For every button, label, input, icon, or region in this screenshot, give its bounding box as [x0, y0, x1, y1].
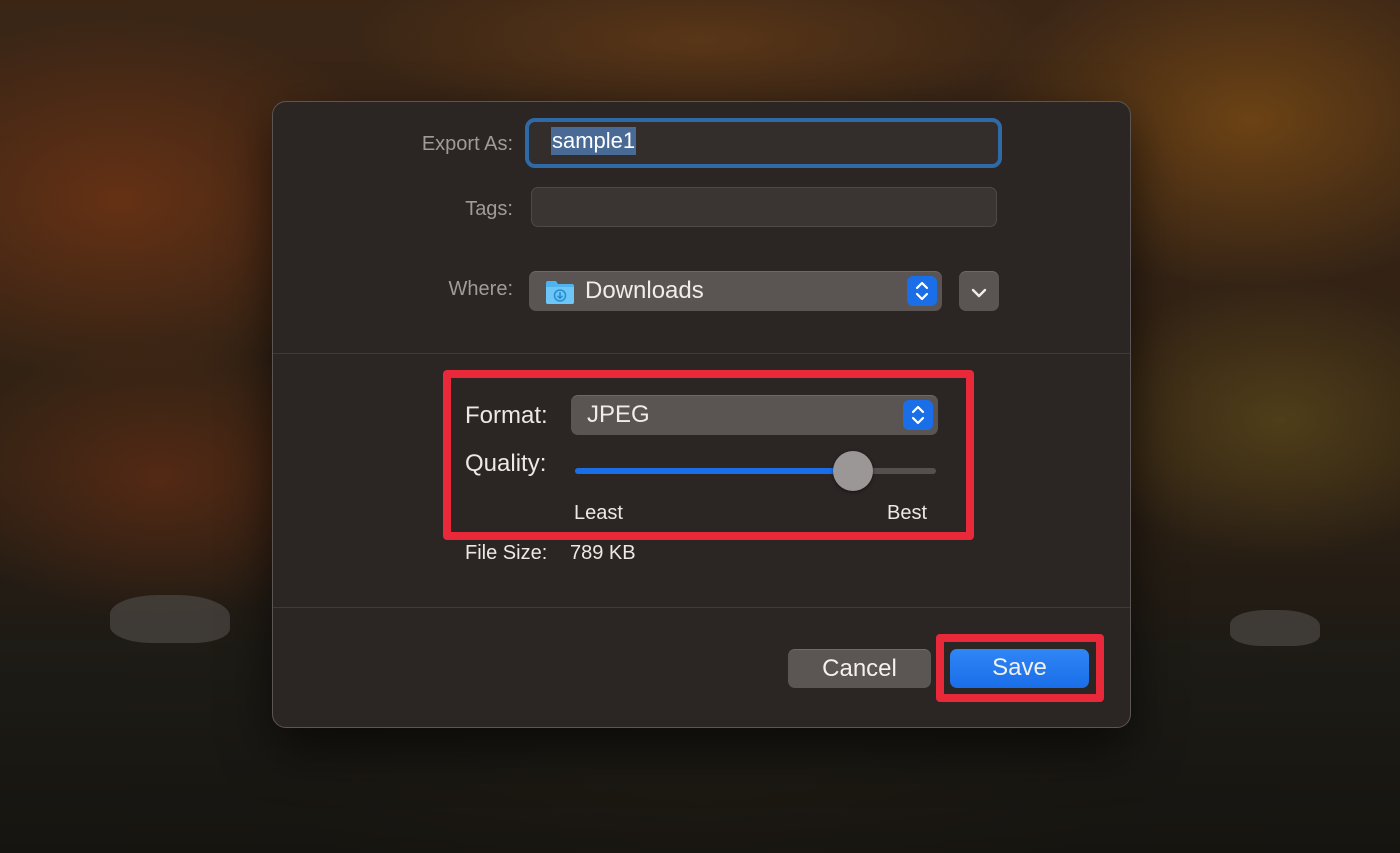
desktop-wallpaper: Export As: sample1 Tags: Where: Download…: [0, 0, 1400, 853]
wallpaper-rock: [1230, 610, 1320, 646]
cancel-button[interactable]: Cancel: [788, 649, 931, 688]
file-size-label: File Size:: [465, 542, 548, 564]
format-stepper-icon: [903, 400, 933, 430]
expand-browser-button[interactable]: [959, 271, 999, 311]
tags-label: Tags:: [465, 198, 513, 220]
format-popup[interactable]: JPEG: [571, 395, 938, 435]
quality-max-label: Best: [887, 502, 928, 524]
divider: [273, 353, 1130, 354]
save-button[interactable]: Save: [950, 649, 1089, 688]
chevron-down-icon: [971, 286, 987, 304]
wallpaper-rock: [110, 595, 230, 643]
quality-min-label: Least: [574, 502, 623, 524]
where-value: Downloads: [585, 277, 704, 304]
quality-slider[interactable]: [575, 451, 936, 491]
where-label: Where:: [448, 278, 513, 300]
where-stepper-icon: [907, 276, 937, 306]
quality-slider-fill: [575, 468, 853, 474]
divider: [273, 607, 1130, 608]
export-as-field[interactable]: sample1: [525, 118, 1002, 168]
where-popup[interactable]: Downloads: [529, 271, 942, 311]
format-value: JPEG: [587, 401, 650, 428]
export-dialog: Export As: sample1 Tags: Where: Download…: [272, 101, 1131, 728]
export-as-label: Export As:: [421, 133, 513, 155]
tags-field[interactable]: [531, 187, 997, 227]
file-size-value: 789 KB: [570, 542, 636, 564]
quality-slider-knob[interactable]: [832, 451, 873, 491]
export-as-value: sample1: [551, 127, 637, 155]
downloads-folder-icon: [545, 279, 575, 310]
quality-label: Quality:: [465, 450, 547, 477]
format-label: Format:: [465, 402, 548, 429]
